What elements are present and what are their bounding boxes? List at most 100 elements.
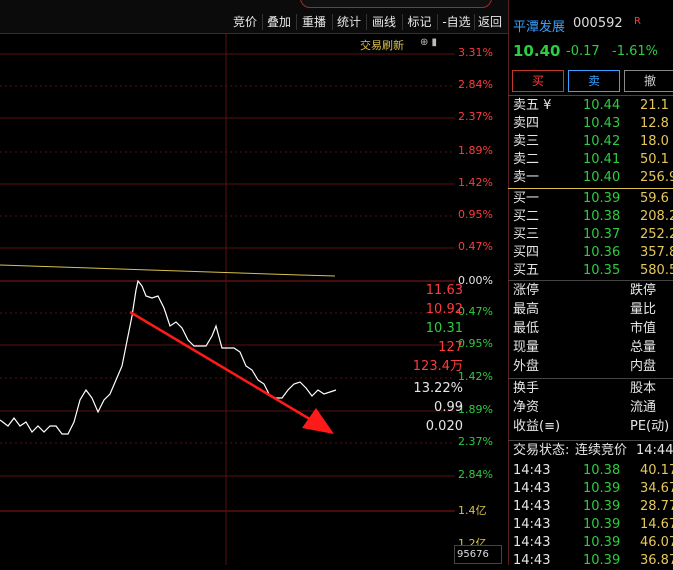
price-change-pct: -1.61% <box>612 44 658 59</box>
refresh-icon-buttons[interactable]: ⊕ ▮ <box>420 37 437 48</box>
stat-label: 涨停 <box>513 283 540 298</box>
stat-label-2: 流通 <box>630 400 657 415</box>
cancel-order-button[interactable]: 撤 <box>624 70 673 92</box>
volume-axis-label: 1.4亿 <box>458 504 487 517</box>
pct-label-down: 0.47% <box>458 305 493 318</box>
tick-volume: 46.07 <box>640 535 673 550</box>
stat-value: 0.99 <box>434 400 463 415</box>
pct-label-up: 1.89% <box>458 144 493 157</box>
stat-label-2: PE(动) <box>630 419 670 434</box>
intraday-chart[interactable] <box>0 34 455 565</box>
toolbar-button[interactable]: 统计 <box>333 12 365 32</box>
pct-label-up: 1.42% <box>458 176 493 189</box>
level-volume: 208.2 <box>640 209 673 224</box>
stat-value: 123.4万 <box>412 359 463 374</box>
stat-label: 最高 <box>513 302 540 317</box>
level-label: 卖二 <box>513 152 540 167</box>
pct-label-down: 0.95% <box>458 337 493 350</box>
refresh-label[interactable]: 交易刷新 <box>360 37 404 53</box>
current-price: 10.40 <box>513 42 561 60</box>
search-input[interactable] <box>300 0 492 8</box>
level-price: 10.43 <box>583 116 621 131</box>
level-label: 买一 <box>513 191 540 206</box>
stock-name[interactable]: 平潭发展 <box>513 16 565 35</box>
pct-label-up: 0.47% <box>458 240 493 253</box>
tick-price: 10.39 <box>583 481 621 496</box>
level-label: 买五 <box>513 263 540 278</box>
level-price: 10.42 <box>583 134 621 149</box>
tick-volume: 34.67 <box>640 481 673 496</box>
toolbar-button[interactable]: 画线 <box>367 12 401 32</box>
level-price: 10.41 <box>583 152 621 167</box>
tick-price: 10.39 <box>583 535 621 550</box>
toolbar-button[interactable]: 返回 <box>474 12 506 32</box>
pct-label-down: 2.37% <box>458 435 493 448</box>
stat-label-2: 总量 <box>630 340 657 355</box>
level-volume: 59.6 <box>640 191 669 206</box>
stat-value: 13.22% <box>413 381 463 396</box>
trade-status-time: 14:44 <box>636 443 673 458</box>
pct-label-down: 1.89% <box>458 403 493 416</box>
stat-label: 现量 <box>513 340 540 355</box>
pct-label-zero: 0.00% <box>458 274 493 287</box>
tick-price: 10.39 <box>583 553 621 568</box>
level-volume: 252.2 <box>640 227 673 242</box>
margin-flag-badge: R <box>634 16 641 27</box>
level-label: 卖五 ¥ <box>513 98 552 113</box>
stat-label: 收益(≡) <box>513 419 561 434</box>
toolbar-separator <box>437 14 438 30</box>
pct-label-up: 3.31% <box>458 46 493 59</box>
volume-value: 95676 <box>454 545 502 564</box>
level-volume: 580.5 <box>640 263 673 278</box>
stat-label-2: 内盘 <box>630 359 657 374</box>
level-price: 10.38 <box>583 209 621 224</box>
level-price: 10.39 <box>583 191 621 206</box>
toolbar-button[interactable]: 竞价 <box>229 12 261 32</box>
pct-label-up: 2.84% <box>458 78 493 91</box>
divider <box>508 95 673 96</box>
pct-label-down: 1.42% <box>458 370 493 383</box>
level-volume: 21.1 <box>640 98 669 113</box>
stat-value: 10.31 <box>425 321 463 336</box>
toolbar-button[interactable]: 重播 <box>297 12 331 32</box>
level-price: 10.44 <box>583 98 621 113</box>
stat-label-2: 市值 <box>630 321 657 336</box>
pct-label-up: 0.95% <box>458 208 493 221</box>
price-change: -0.17 <box>566 44 600 59</box>
level-price: 10.37 <box>583 227 621 242</box>
level-volume: 256.9 <box>640 170 673 185</box>
tick-price: 10.38 <box>583 463 621 478</box>
trade-status-label: 交易状态: <box>513 443 570 458</box>
level-price: 10.35 <box>583 263 621 278</box>
level-volume: 357.8 <box>640 245 673 260</box>
divider <box>508 440 673 441</box>
divider <box>508 378 673 379</box>
tick-volume: 28.77 <box>640 499 673 514</box>
pct-label-down: 2.84% <box>458 468 493 481</box>
stat-label-2: 量比 <box>630 302 657 317</box>
tick-price: 10.39 <box>583 517 621 532</box>
level-price: 10.36 <box>583 245 621 260</box>
buy-button[interactable]: 买 <box>512 70 564 92</box>
average-price-line <box>0 264 336 277</box>
book-divider <box>508 188 673 189</box>
tick-volume: 14.67 <box>640 517 673 532</box>
stat-label: 最低 <box>513 321 540 336</box>
level-label: 买三 <box>513 227 540 242</box>
stat-value: 11.63 <box>425 283 463 298</box>
toolbar-button[interactable]: -自选 <box>440 12 473 32</box>
level-label: 卖四 <box>513 116 540 131</box>
toolbar-button[interactable]: 叠加 <box>263 12 295 32</box>
tick-time: 14:43 <box>513 499 551 514</box>
pct-label-up: 2.37% <box>458 110 493 123</box>
stock-code: 000592 <box>573 16 623 31</box>
stat-value: 0.020 <box>425 419 463 434</box>
level-price: 10.40 <box>583 170 621 185</box>
tick-price: 10.39 <box>583 499 621 514</box>
sell-button[interactable]: 卖 <box>568 70 620 92</box>
level-label: 买四 <box>513 245 540 260</box>
tick-time: 14:43 <box>513 535 551 550</box>
toolbar-button[interactable]: 标记 <box>403 12 436 32</box>
stat-label: 外盘 <box>513 359 540 374</box>
stat-value: 127 <box>438 340 463 355</box>
